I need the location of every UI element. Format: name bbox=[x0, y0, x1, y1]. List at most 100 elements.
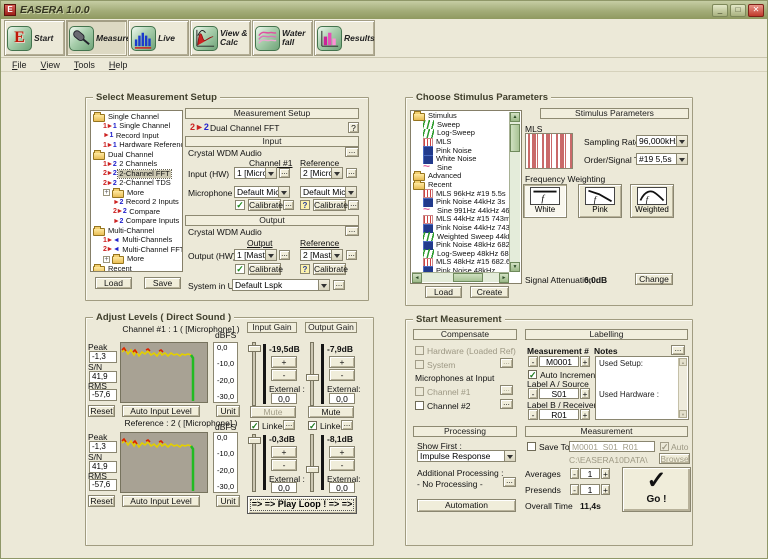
measurement-number-field[interactable]: M0001 bbox=[539, 356, 579, 367]
reset-button-channel1[interactable]: Reset bbox=[88, 405, 115, 417]
output2-select[interactable]: 2 [Master Vo bbox=[300, 249, 343, 261]
output-device-browse-button[interactable]: ... bbox=[345, 226, 359, 236]
tree-item[interactable]: 2-Channel FFT bbox=[103, 169, 182, 179]
label-b-plus-button[interactable]: + bbox=[580, 409, 590, 420]
tree-item[interactable]: Multi-Channels bbox=[103, 236, 182, 246]
output-gain-slider-thumb[interactable] bbox=[306, 374, 319, 381]
output1-select[interactable]: 1 [Master Vo bbox=[234, 249, 277, 261]
scroll-down-icon[interactable]: ▼ bbox=[510, 262, 520, 272]
change-attenuation-button[interactable]: Change bbox=[635, 273, 673, 285]
calibrate-input2-browse[interactable]: ... bbox=[348, 200, 359, 210]
sampling-rate-select[interactable]: 96,000kHz bbox=[636, 135, 688, 147]
scroll-up-icon[interactable]: ▲ bbox=[510, 112, 520, 122]
title-bar[interactable]: E EASERA 1.0.0 _ □ ✕ bbox=[1, 1, 767, 19]
output-gain-plus-button[interactable]: + bbox=[329, 356, 355, 368]
output-gain2-slider-track[interactable] bbox=[310, 434, 314, 492]
system-in-use-select[interactable]: Default Lspk bbox=[232, 279, 330, 291]
tree-item[interactable]: Multi-Channel bbox=[93, 226, 182, 236]
channel2-browse-button[interactable]: ... bbox=[500, 399, 513, 409]
save-to-field[interactable]: M0001_S01_R01 bbox=[569, 441, 655, 452]
label-a-plus-button[interactable]: + bbox=[580, 388, 590, 399]
output-linked-checkbox[interactable]: ✓ bbox=[308, 421, 317, 430]
tab-results[interactable]: Results bbox=[314, 20, 375, 56]
maximize-button[interactable]: □ bbox=[730, 4, 746, 17]
input-gain-minus-button[interactable]: - bbox=[271, 369, 297, 381]
measurement-plus-button[interactable]: + bbox=[580, 356, 590, 367]
tree-item[interactable]: +More bbox=[103, 188, 182, 198]
browse-button[interactable]: Browse bbox=[659, 453, 690, 464]
output2-browse-button[interactable]: ... bbox=[346, 250, 357, 260]
tree-item[interactable]: Compare bbox=[113, 207, 182, 217]
calibrate-input1-browse[interactable]: ... bbox=[283, 200, 294, 210]
vertical-scrollbar[interactable]: ▲ ▼ bbox=[509, 112, 520, 272]
weighting-pink-button[interactable]: f Pink bbox=[578, 184, 622, 218]
tree-item[interactable]: Single Channel bbox=[93, 112, 182, 122]
tree-item[interactable]: Compare Inputs bbox=[113, 217, 182, 227]
scrollbar-thumb[interactable] bbox=[453, 273, 483, 282]
label-b-field[interactable]: R01 bbox=[539, 409, 579, 420]
calibrate-output2-button[interactable]: Calibrate bbox=[313, 263, 346, 275]
tree-item[interactable]: Recent bbox=[93, 264, 182, 272]
tree-item[interactable]: Record 2 Inputs bbox=[113, 198, 182, 208]
input-gain2-minus-button[interactable]: - bbox=[271, 459, 297, 471]
output-external2-field[interactable]: 0,0 bbox=[329, 482, 355, 493]
channel1-browse-button[interactable]: ... bbox=[500, 385, 513, 395]
scroll-left-icon[interactable]: ◄ bbox=[412, 273, 422, 283]
input-mute-button[interactable]: Mute bbox=[250, 406, 296, 418]
notes-browse-button[interactable]: ... bbox=[671, 345, 685, 355]
output-gain2-slider-thumb[interactable] bbox=[306, 466, 319, 473]
input-gain-slider-thumb[interactable] bbox=[248, 345, 261, 352]
label-a-field[interactable]: S01 bbox=[539, 388, 579, 399]
tab-view-calc[interactable]: View & Calc bbox=[190, 20, 251, 56]
input1-browse-button[interactable]: ... bbox=[279, 168, 290, 178]
auto-input-level-button-channel1[interactable]: Auto Input Level bbox=[122, 405, 200, 417]
menu-tools[interactable]: Tools bbox=[67, 59, 102, 71]
tree-item[interactable]: Hardware Reference bbox=[103, 141, 182, 151]
mic1-select[interactable]: Default Mic bbox=[234, 186, 290, 198]
close-button[interactable]: ✕ bbox=[748, 4, 764, 17]
unit-button-channel1[interactable]: Unit bbox=[216, 405, 240, 417]
tree-item[interactable]: 2-Channel TDS bbox=[103, 179, 182, 189]
system-browse-button[interactable]: ... bbox=[333, 280, 345, 290]
input-linked-browse[interactable]: ... bbox=[283, 420, 295, 430]
notes-scrollbar[interactable]: ▲ ▼ bbox=[678, 358, 687, 418]
tab-live[interactable]: Live bbox=[128, 20, 189, 56]
channel2-checkbox[interactable] bbox=[415, 401, 424, 410]
notes-textarea[interactable]: Used Setup: Used Hardware : ▲ ▼ bbox=[595, 356, 689, 420]
tree-item[interactable]: Single Channel bbox=[103, 122, 182, 132]
weighting-weighted-button[interactable]: f Weighted bbox=[630, 184, 674, 218]
tab-waterfall[interactable]: Water fall bbox=[252, 20, 313, 56]
calibrate-output1-button[interactable]: Calibrate bbox=[248, 263, 281, 275]
output-external-field[interactable]: 0,0 bbox=[329, 393, 355, 404]
tree-item[interactable]: +More bbox=[103, 255, 182, 265]
order-signal-time-select[interactable]: #19 5,5s bbox=[636, 153, 688, 165]
presends-plus-button[interactable]: + bbox=[601, 484, 610, 495]
averages-minus-button[interactable]: - bbox=[570, 468, 579, 479]
tree-item[interactable]: Multi-Channel FFT bbox=[103, 245, 182, 255]
weighting-white-button[interactable]: f White bbox=[523, 184, 567, 218]
load-stimulus-button[interactable]: Load bbox=[425, 286, 462, 298]
unit-button-channel2[interactable]: Unit bbox=[216, 495, 240, 507]
calibrate-input2-button[interactable]: Calibrate bbox=[313, 199, 346, 211]
play-loop-button[interactable]: => => Play Loop ! => => bbox=[247, 496, 357, 514]
horizontal-scrollbar[interactable]: ◄ ► bbox=[412, 272, 509, 282]
load-setup-button[interactable]: Load bbox=[95, 277, 132, 289]
output1-browse-button[interactable]: ... bbox=[279, 250, 290, 260]
system-browse-button[interactable]: ... bbox=[500, 358, 513, 368]
measurement-minus-button[interactable]: - bbox=[528, 356, 538, 367]
system-checkbox[interactable] bbox=[415, 360, 424, 369]
calibrate-input1-button[interactable]: Calibrate bbox=[248, 199, 281, 211]
output-linked-browse[interactable]: ... bbox=[341, 420, 353, 430]
channel1-checkbox[interactable] bbox=[415, 387, 424, 396]
hardware-ref-checkbox[interactable] bbox=[415, 346, 424, 355]
scroll-right-icon[interactable]: ► bbox=[499, 273, 509, 283]
presends-minus-button[interactable]: - bbox=[570, 484, 579, 495]
tree-item[interactable]: Dual Channel bbox=[93, 150, 182, 160]
label-a-minus-button[interactable]: - bbox=[528, 388, 538, 399]
input-external2-field[interactable]: 0,0 bbox=[271, 482, 297, 493]
input-linked-checkbox[interactable]: ✓ bbox=[250, 421, 259, 430]
output-gain-minus-button[interactable]: - bbox=[329, 369, 355, 381]
input-device-browse-button[interactable]: ... bbox=[345, 147, 359, 157]
menu-view[interactable]: View bbox=[34, 59, 67, 71]
output-mute-button[interactable]: Mute bbox=[308, 406, 354, 418]
